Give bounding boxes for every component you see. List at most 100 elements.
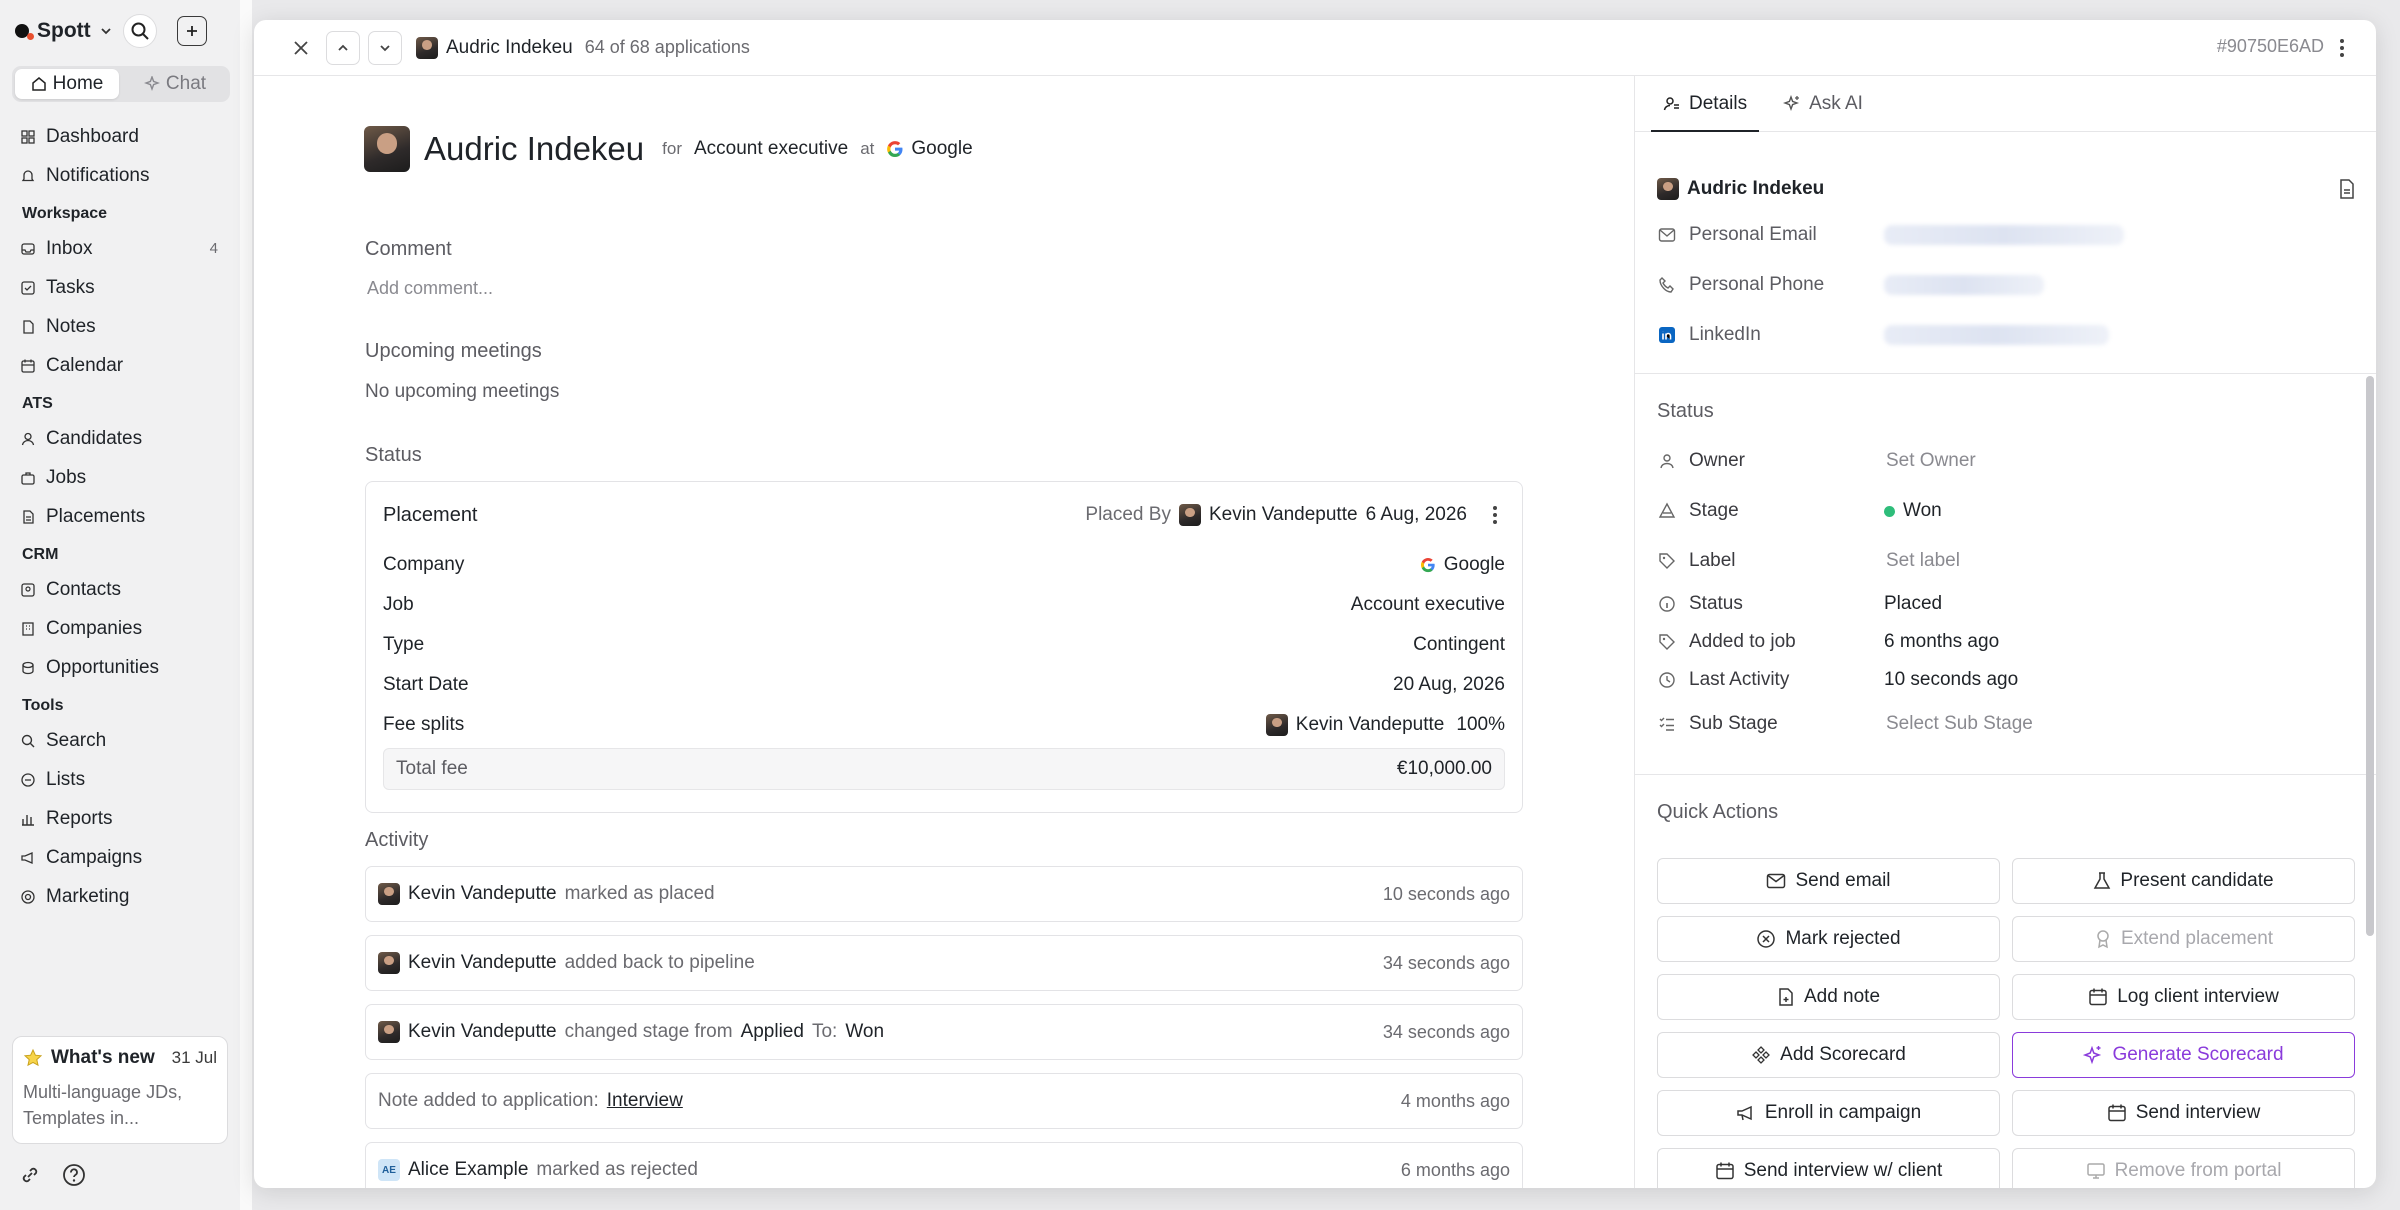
activity-actor[interactable]: Kevin Vandeputte: [408, 952, 557, 974]
remove-from-portal-button[interactable]: Remove from portal: [2012, 1148, 2355, 1188]
sidebar-item-reports[interactable]: Reports: [0, 799, 240, 838]
sidebar-footer: [17, 1162, 87, 1188]
phone-value-redacted[interactable]: [1884, 275, 2044, 295]
bar-chart-icon: [22, 814, 34, 826]
activity-time: 6 months ago: [1400, 1159, 1510, 1180]
sidebar-item-placements[interactable]: Placements: [0, 497, 240, 536]
star-icon: [23, 1048, 43, 1067]
app-sidebar: Spott Home Chat Dashboard Notifications …: [0, 0, 240, 1210]
spott-logo: [15, 24, 34, 40]
placement-header: Placement Placed By Kevin Vandeputte 6 A…: [383, 500, 1505, 530]
sidebar-item-search[interactable]: Search: [0, 721, 240, 760]
owner-select[interactable]: Set Owner: [1886, 450, 1976, 472]
application-id[interactable]: #90750E6AD: [2217, 36, 2324, 57]
enroll-campaign-button[interactable]: Enroll in campaign: [1657, 1090, 2000, 1136]
sidebar-item-contacts[interactable]: Contacts: [0, 570, 240, 609]
tab-details[interactable]: Details: [1650, 76, 1760, 132]
tab-ask-ai[interactable]: Ask AI: [1777, 76, 1869, 131]
job-link[interactable]: Account executive: [694, 138, 848, 160]
x-circle-icon: [1757, 930, 1776, 948]
linkedin-value-redacted[interactable]: [1884, 325, 2109, 345]
workspace-switcher[interactable]: Spott: [15, 19, 113, 43]
sidebar-label: Marketing: [46, 885, 130, 907]
sparkle-icon: [2083, 1045, 2102, 1065]
send-email-button[interactable]: Send email: [1657, 858, 2000, 904]
more-options-button[interactable]: [2330, 34, 2354, 67]
company-name: Google: [911, 138, 973, 159]
new-item-button[interactable]: [176, 16, 207, 46]
candidate-name-heading: Audric Indekeu: [424, 130, 645, 167]
last-activity-value: 10 seconds ago: [1884, 669, 2019, 690]
divider: [1635, 373, 2376, 374]
sidebar-item-opportunities[interactable]: Opportunities: [0, 648, 240, 687]
add-note-button[interactable]: Add note: [1657, 974, 2000, 1020]
sidebar-label: Contacts: [46, 578, 121, 600]
search-icon: [131, 22, 149, 40]
sub-stage-select[interactable]: Select Sub Stage: [1886, 713, 2033, 735]
candidate-chip[interactable]: Audric Indekeu: [416, 36, 573, 59]
sidebar-item-companies[interactable]: Companies: [0, 609, 240, 648]
button-label: Enroll in campaign: [1764, 1102, 1922, 1123]
activity-actor[interactable]: Kevin Vandeputte: [408, 883, 557, 905]
activity-actor[interactable]: Kevin Vandeputte: [408, 1021, 557, 1043]
sidebar-item-calendar[interactable]: Calendar: [0, 346, 240, 385]
tab-details-label: Details: [1689, 92, 1748, 114]
person-name[interactable]: Audric Indekeu: [1687, 178, 1824, 200]
added-label: Added to job: [1689, 631, 1796, 652]
sidebar-item-lists[interactable]: Lists: [0, 760, 240, 799]
tab-home[interactable]: Home: [15, 69, 119, 99]
button-label: Send email: [1795, 870, 1891, 891]
whats-new-card[interactable]: What's new 31 Jul Multi-language JDs, Te…: [12, 1036, 228, 1144]
close-button[interactable]: [284, 31, 318, 65]
stage-select[interactable]: Won: [1884, 500, 1942, 522]
sidebar-item-notes[interactable]: Notes: [0, 307, 240, 346]
user-details-icon: [1663, 96, 1679, 110]
resume-icon[interactable]: [2337, 178, 2357, 200]
activity-actor[interactable]: Alice Example: [408, 1159, 528, 1181]
help-icon[interactable]: [61, 1162, 87, 1188]
mark-rejected-button[interactable]: Mark rejected: [1657, 916, 2000, 962]
tab-chat[interactable]: Chat: [123, 69, 227, 99]
next-application-button[interactable]: [368, 30, 402, 65]
send-interview-client-button[interactable]: Send interview w/ client: [1657, 1148, 2000, 1188]
company-link[interactable]: Google: [886, 138, 973, 160]
search-button[interactable]: [122, 14, 157, 48]
sidebar-item-inbox[interactable]: Inbox 4: [0, 229, 240, 268]
sparkle-icon: [143, 76, 160, 92]
present-candidate-button[interactable]: Present candidate: [2012, 858, 2355, 904]
more-vertical-icon[interactable]: [1485, 502, 1505, 528]
panel-scrollbar[interactable]: [2366, 376, 2374, 936]
award-icon: [2097, 930, 2109, 949]
user-icon: [1657, 452, 1677, 470]
home-icon: [31, 77, 46, 91]
stage-label: Stage: [1689, 500, 1739, 521]
activity-note-link[interactable]: Interview: [607, 1090, 683, 1112]
add-scorecard-button[interactable]: Add Scorecard: [1657, 1032, 2000, 1078]
sidebar-item-jobs[interactable]: Jobs: [0, 458, 240, 497]
application-modal: Audric Indekeu 64 of 68 applications #90…: [254, 20, 2376, 1188]
button-label: Add note: [1803, 986, 1881, 1007]
email-value-redacted[interactable]: [1884, 225, 2124, 245]
extend-placement-button[interactable]: Extend placement: [2012, 916, 2355, 962]
sidebar-item-candidates[interactable]: Candidates: [0, 419, 240, 458]
sidebar-item-dashboard[interactable]: Dashboard: [0, 117, 240, 156]
sidebar-label: Dashboard: [46, 125, 139, 147]
generate-scorecard-button[interactable]: Generate Scorecard: [2012, 1032, 2355, 1078]
start-value: 20 Aug, 2026: [1393, 674, 1505, 695]
application-counter: 64 of 68 applications: [584, 37, 750, 57]
previous-application-button[interactable]: [326, 30, 360, 65]
comment-input[interactable]: Add comment...: [367, 278, 493, 299]
sidebar-item-campaigns[interactable]: Campaigns: [0, 838, 240, 877]
sidebar-item-notifications[interactable]: Notifications: [0, 156, 240, 195]
log-client-interview-button[interactable]: Log client interview: [2012, 974, 2355, 1020]
activity-action: marked as placed: [564, 883, 715, 904]
recruiter-avatar: [1178, 504, 1201, 526]
briefcase-icon: [21, 471, 35, 485]
send-interview-button[interactable]: Send interview: [2012, 1090, 2355, 1136]
tab-home-label: Home: [52, 73, 104, 94]
sidebar-item-tasks[interactable]: Tasks: [0, 268, 240, 307]
label-select[interactable]: Set label: [1886, 550, 1960, 572]
sidebar-item-marketing[interactable]: Marketing: [0, 877, 240, 916]
plus-icon: [186, 26, 197, 36]
link-icon[interactable]: [17, 1162, 43, 1188]
